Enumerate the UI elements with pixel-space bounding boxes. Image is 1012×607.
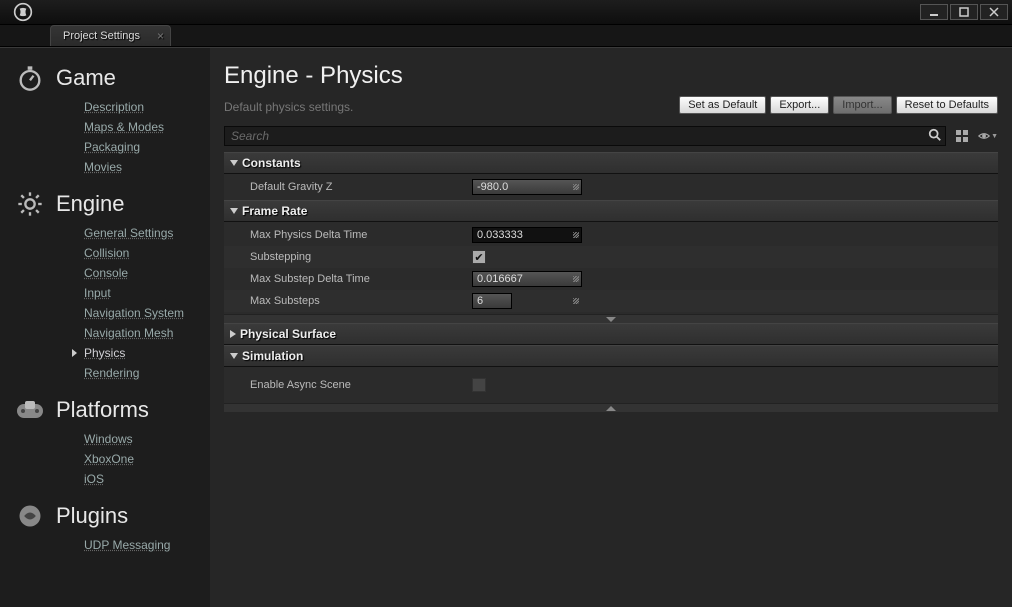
resize-handle-icon[interactable] xyxy=(570,295,580,305)
sidebar-category-title: Platforms xyxy=(56,397,149,423)
tab-project-settings[interactable]: Project Settings × xyxy=(50,25,171,46)
import-button[interactable]: Import... xyxy=(833,96,891,114)
property-label: Default Gravity Z xyxy=(250,181,472,193)
timer-icon xyxy=(14,62,46,94)
set-as-default-button[interactable]: Set as Default xyxy=(679,96,766,114)
section-frame-rate-header[interactable]: Frame Rate xyxy=(224,200,998,222)
section-label: Physical Surface xyxy=(240,327,336,341)
property-label: Max Substeps xyxy=(250,295,472,307)
sidebar-item-navigation-mesh[interactable]: Navigation Mesh xyxy=(84,326,210,340)
property-label: Substepping xyxy=(250,251,472,263)
section-label: Frame Rate xyxy=(242,204,307,218)
page-subtitle: Default physics settings. xyxy=(224,100,675,114)
section-expand-toggle[interactable] xyxy=(224,403,998,412)
property-max-substeps: Max Substeps xyxy=(224,290,998,312)
tab-close-icon[interactable]: × xyxy=(157,29,164,43)
property-enable-async-scene: Enable Async Scene xyxy=(224,369,998,401)
section-expand-toggle[interactable] xyxy=(224,314,998,323)
sidebar-item-console[interactable]: Console xyxy=(84,266,210,280)
grid-view-icon[interactable] xyxy=(952,126,972,146)
section-physical-surface-header[interactable]: Physical Surface xyxy=(224,323,998,345)
minimize-button[interactable] xyxy=(920,4,948,20)
sidebar-category-title: Game xyxy=(56,65,116,91)
plug-icon xyxy=(14,500,46,532)
max-delta-time-input[interactable] xyxy=(472,227,582,243)
triangle-down-icon xyxy=(230,353,238,359)
sidebar-item-collision[interactable]: Collision xyxy=(84,246,210,260)
chevron-down-icon: ▼ xyxy=(991,133,998,140)
property-label: Enable Async Scene xyxy=(250,379,472,391)
resize-handle-icon[interactable] xyxy=(570,229,580,239)
sidebar-item-windows[interactable]: Windows xyxy=(84,432,210,446)
maximize-button[interactable] xyxy=(950,4,978,20)
gamepad-icon xyxy=(14,394,46,426)
gravity-z-input[interactable] xyxy=(472,179,582,195)
async-scene-checkbox[interactable] xyxy=(472,378,486,392)
sidebar-item-physics[interactable]: Physics xyxy=(84,346,210,360)
titlebar xyxy=(0,0,1012,25)
sidebar-item-input[interactable]: Input xyxy=(84,286,210,300)
triangle-down-icon xyxy=(230,208,238,214)
sidebar-item-maps-modes[interactable]: Maps & Modes xyxy=(84,120,210,134)
sidebar-item-movies[interactable]: Movies xyxy=(84,160,210,174)
sidebar-item-xboxone[interactable]: XboxOne xyxy=(84,452,210,466)
sidebar-item-general-settings[interactable]: General Settings xyxy=(84,226,210,240)
sidebar-item-udp-messaging[interactable]: UDP Messaging xyxy=(84,538,210,552)
property-max-physics-delta-time: Max Physics Delta Time xyxy=(224,224,998,246)
section-label: Constants xyxy=(242,156,301,170)
sidebar-item-packaging[interactable]: Packaging xyxy=(84,140,210,154)
resize-handle-icon[interactable] xyxy=(570,181,580,191)
sidebar-category-title: Plugins xyxy=(56,503,128,529)
export-button[interactable]: Export... xyxy=(770,96,829,114)
triangle-down-icon xyxy=(230,160,238,166)
page-title: Engine - Physics xyxy=(224,62,998,90)
sidebar-item-rendering[interactable]: Rendering xyxy=(84,366,210,380)
max-substeps-input[interactable] xyxy=(472,293,512,309)
close-button[interactable] xyxy=(980,4,1008,20)
resize-handle-icon[interactable] xyxy=(570,273,580,283)
gear-icon xyxy=(14,188,46,220)
reset-to-defaults-button[interactable]: Reset to Defaults xyxy=(896,96,998,114)
sidebar-category-title: Engine xyxy=(56,191,125,217)
unreal-logo-icon xyxy=(0,2,45,22)
tab-bar: Project Settings × xyxy=(0,25,1012,47)
section-constants-header[interactable]: Constants xyxy=(224,152,998,174)
search-icon[interactable] xyxy=(928,128,942,145)
property-substepping: Substepping ✔ xyxy=(224,246,998,268)
max-substep-dt-input[interactable] xyxy=(472,271,582,287)
sidebar: Game Description Maps & Modes Packaging Movi… xyxy=(0,48,210,607)
sidebar-item-ios[interactable]: iOS xyxy=(84,472,210,486)
sidebar-item-description[interactable]: Description xyxy=(84,100,210,114)
sidebar-item-navigation-system[interactable]: Navigation System xyxy=(84,306,210,320)
tab-label: Project Settings xyxy=(63,30,140,42)
triangle-right-icon xyxy=(230,330,236,338)
property-label: Max Substep Delta Time xyxy=(250,273,472,285)
search-input[interactable] xyxy=(224,126,946,146)
eye-icon[interactable]: ▼ xyxy=(978,126,998,146)
property-label: Max Physics Delta Time xyxy=(250,229,472,241)
properties-panel: Constants Default Gravity Z xyxy=(224,152,998,607)
section-label: Simulation xyxy=(242,349,303,363)
property-max-substep-delta-time: Max Substep Delta Time xyxy=(224,268,998,290)
substepping-checkbox[interactable]: ✔ xyxy=(472,250,486,264)
section-simulation-header[interactable]: Simulation xyxy=(224,345,998,367)
property-default-gravity-z: Default Gravity Z xyxy=(224,176,998,198)
